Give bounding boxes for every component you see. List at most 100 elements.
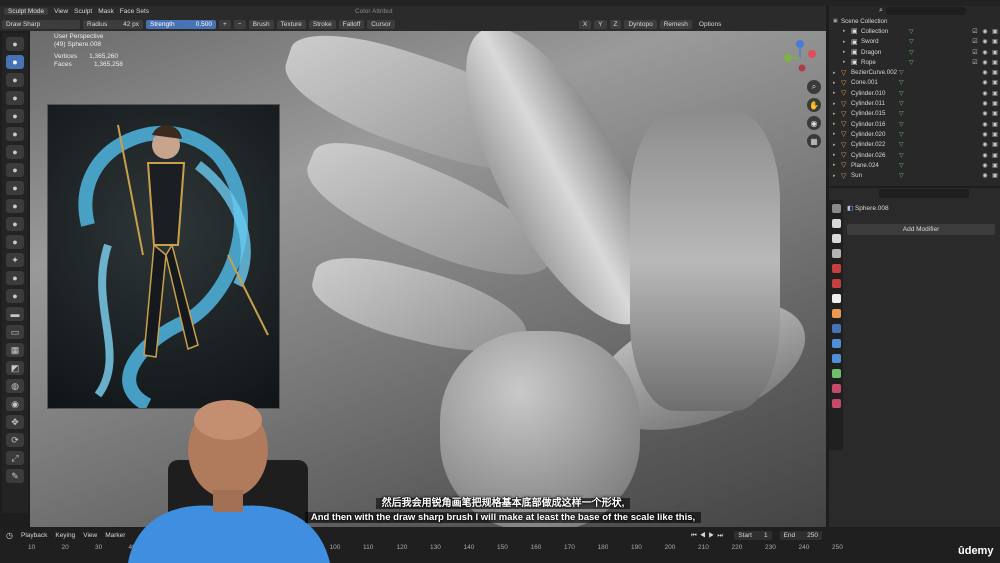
modifier-tab-icon[interactable] xyxy=(831,324,841,333)
visibility-eye-icon[interactable]: ◉ xyxy=(980,121,990,128)
outliner-item[interactable]: ▸ ▣ Rope ▽ ☑ ◉ ▣ xyxy=(829,57,1000,67)
outliner-item[interactable]: ▸ ▣ Dragon ▽ ☑ ◉ ▣ xyxy=(829,47,1000,57)
rotate-icon[interactable]: ⟳ xyxy=(6,433,24,447)
direction-add-button[interactable]: + xyxy=(219,19,231,29)
expand-chevron-icon[interactable]: ▸ xyxy=(843,59,851,65)
fill-brush-icon[interactable]: ● xyxy=(6,217,24,231)
outliner-item[interactable]: ▸ ▽ Cylinder.010 ▽ ◉ ▣ xyxy=(829,88,1000,98)
expand-chevron-icon[interactable]: ▸ xyxy=(833,162,841,168)
layer-brush-icon[interactable]: ● xyxy=(6,109,24,123)
visibility-eye-icon[interactable]: ◉ xyxy=(980,172,990,179)
menu-face-sets[interactable]: Face Sets xyxy=(120,8,149,15)
strength-field[interactable]: Strength 0.500 xyxy=(146,19,216,29)
render-tab-icon[interactable] xyxy=(831,219,841,228)
grab-brush-icon[interactable]: ● xyxy=(6,271,24,285)
mode-selector[interactable]: Sculpt Mode xyxy=(4,8,49,15)
visibility-eye-icon[interactable]: ◉ xyxy=(980,79,990,86)
trim-icon[interactable]: ◩ xyxy=(6,361,24,375)
visibility-eye-icon[interactable]: ◉ xyxy=(980,69,990,76)
scale-icon[interactable]: ⤢ xyxy=(6,451,24,465)
expand-chevron-icon[interactable]: ▸ xyxy=(833,173,841,179)
color-attribute-field[interactable]: Color Attribut xyxy=(355,8,393,15)
move-icon[interactable]: ✥ xyxy=(6,415,24,429)
outliner-item[interactable]: ▸ ▽ Sun ▽ ◉ ▣ xyxy=(829,170,1000,180)
scene-tab-icon[interactable] xyxy=(831,264,841,273)
grid-perspective-icon[interactable]: ▦ xyxy=(807,134,821,148)
expand-chevron-icon[interactable]: ▸ xyxy=(843,28,851,34)
expand-chevron-icon[interactable]: ▸ xyxy=(843,39,851,45)
texture-dropdown[interactable]: Texture xyxy=(276,19,306,29)
tool-tab-icon[interactable] xyxy=(831,204,841,213)
outliner-item[interactable]: ▸ ▽ Cylinder.016 ▽ ◉ ▣ xyxy=(829,119,1000,129)
outliner-item[interactable]: ▸ ▣ Collection ▽ ☑ ◉ ▣ xyxy=(829,26,1000,36)
world-tab-icon[interactable] xyxy=(831,279,841,288)
brush-dropdown[interactable]: Brush xyxy=(248,19,274,29)
timeline-menu-keying[interactable]: Keying xyxy=(55,532,75,539)
timeline-menu-playback[interactable]: Playback xyxy=(21,532,47,539)
visibility-eye-icon[interactable]: ◉ xyxy=(980,59,990,66)
camera-render-icon[interactable]: ▣ xyxy=(990,38,1000,45)
outliner-item[interactable]: ▸ ▽ Cylinder.026 ▽ ◉ ▣ xyxy=(829,150,1000,160)
symmetry-z-toggle[interactable]: Z xyxy=(609,19,622,29)
camera-icon[interactable]: ◉ xyxy=(807,116,821,130)
object-tab-icon[interactable] xyxy=(831,309,841,318)
expand-chevron-icon[interactable]: ▸ xyxy=(833,90,841,96)
camera-render-icon[interactable]: ▣ xyxy=(990,69,1000,76)
checkbox-icon[interactable]: ☑ xyxy=(970,28,980,35)
camera-render-icon[interactable]: ▣ xyxy=(990,100,1000,107)
outliner-item[interactable]: ▸ ▽ Cylinder.022 ▽ ◉ ▣ xyxy=(829,140,1000,150)
visibility-eye-icon[interactable]: ◉ xyxy=(980,28,990,35)
camera-render-icon[interactable]: ▣ xyxy=(990,28,1000,35)
end-frame-field[interactable]: End 250 xyxy=(779,531,822,540)
outliner-scene-collection[interactable]: ▣ Scene Collection xyxy=(829,16,1000,26)
dyntopo-toggle[interactable]: Dyntopo xyxy=(624,19,657,29)
expand-chevron-icon[interactable]: ▸ xyxy=(833,70,841,76)
annotate-icon[interactable]: ✎ xyxy=(6,469,24,483)
camera-render-icon[interactable]: ▣ xyxy=(990,121,1000,128)
collection-tab-icon[interactable] xyxy=(831,294,841,303)
crease-brush-icon[interactable]: ● xyxy=(6,163,24,177)
pan-hand-icon[interactable]: ✋ xyxy=(807,98,821,112)
camera-render-icon[interactable]: ▣ xyxy=(990,141,1000,148)
visibility-eye-icon[interactable]: ◉ xyxy=(980,162,990,169)
smooth-brush-icon[interactable]: ● xyxy=(6,181,24,195)
falloff-dropdown[interactable]: Falloff xyxy=(338,19,365,29)
draw-sharp-brush-icon[interactable]: ● xyxy=(6,55,24,69)
camera-render-icon[interactable]: ▣ xyxy=(990,172,1000,179)
camera-render-icon[interactable]: ▣ xyxy=(990,162,1000,169)
expand-chevron-icon[interactable]: ▸ xyxy=(833,131,841,137)
checkbox-icon[interactable]: ☑ xyxy=(970,38,980,45)
expand-chevron-icon[interactable]: ▸ xyxy=(833,142,841,148)
scrape-brush-icon[interactable]: ● xyxy=(6,235,24,249)
menu-view[interactable]: View xyxy=(54,8,68,15)
camera-render-icon[interactable]: ▣ xyxy=(990,59,1000,66)
outliner-item[interactable]: ▸ ▽ Plane.024 ▽ ◉ ▣ xyxy=(829,160,1000,170)
blob-brush-icon[interactable]: ● xyxy=(6,145,24,159)
camera-render-icon[interactable]: ▣ xyxy=(990,131,1000,138)
menu-mask[interactable]: Mask xyxy=(98,8,114,15)
box-mask-icon[interactable]: ▭ xyxy=(6,325,24,339)
symmetry-x-toggle[interactable]: X xyxy=(578,19,592,29)
properties-search-input[interactable] xyxy=(879,189,969,198)
outliner-search-input[interactable] xyxy=(885,7,966,15)
visibility-eye-icon[interactable]: ◉ xyxy=(980,152,990,159)
visibility-eye-icon[interactable]: ◉ xyxy=(980,141,990,148)
timeline-editor-icon[interactable]: ◷ xyxy=(6,531,13,540)
checkbox-icon[interactable]: ☑ xyxy=(970,49,980,56)
start-frame-field[interactable]: Start 1 xyxy=(734,531,772,540)
expand-chevron-icon[interactable]: ▸ xyxy=(833,101,841,107)
radius-field[interactable]: Radius 42 px xyxy=(83,19,143,29)
visibility-eye-icon[interactable]: ◉ xyxy=(980,90,990,97)
outliner-item[interactable]: ▸ ▽ Cone.001 ▽ ◉ ▣ xyxy=(829,78,1000,88)
camera-render-icon[interactable]: ▣ xyxy=(990,49,1000,56)
cursor-dropdown[interactable]: Cursor xyxy=(367,19,395,29)
symmetry-y-toggle[interactable]: Y xyxy=(594,19,607,29)
remesh-dropdown[interactable]: Remesh xyxy=(659,19,692,29)
visibility-eye-icon[interactable]: ◉ xyxy=(980,100,990,107)
zoom-icon[interactable]: ⌕ xyxy=(807,80,821,94)
camera-render-icon[interactable]: ▣ xyxy=(990,152,1000,159)
camera-render-icon[interactable]: ▣ xyxy=(990,90,1000,97)
reference-image[interactable] xyxy=(47,104,280,409)
flatten-brush-icon[interactable]: ● xyxy=(6,199,24,213)
outliner-item[interactable]: ▸ ▽ Cylinder.015 ▽ ◉ ▣ xyxy=(829,109,1000,119)
